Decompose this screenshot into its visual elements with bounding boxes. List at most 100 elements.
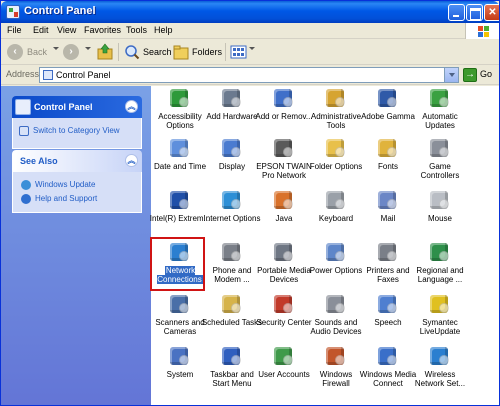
wireless-network-icon	[427, 344, 451, 368]
control-panel-item[interactable]: Symantec LiveUpdate	[413, 292, 467, 344]
control-panel-item[interactable]: Automatic Updates	[413, 86, 467, 138]
windows-media-connect-icon	[375, 344, 399, 368]
collapse-chevron-icon[interactable]: ︽	[125, 154, 138, 167]
control-panel-item[interactable]: Game Controllers	[413, 136, 467, 188]
control-panel-item[interactable]: Fonts	[361, 136, 415, 188]
control-panel-item-label: Game Controllers	[420, 162, 460, 180]
control-panel-item-label: Mouse	[427, 214, 452, 223]
control-panel-section: Control Panel ︽ Switch to Category View	[12, 96, 142, 149]
regional-language-icon	[427, 240, 451, 264]
menu-edit[interactable]: Edit	[33, 25, 49, 35]
menu-file[interactable]: File	[7, 25, 22, 35]
collapse-chevron-icon[interactable]: ︽	[125, 100, 138, 113]
control-panel-item[interactable]: Intel(R) Extrem...	[150, 188, 210, 240]
folders-icon	[173, 45, 189, 60]
control-panel-item[interactable]: Folder Options	[309, 136, 363, 188]
control-panel-item-label: Wireless Network Set...	[414, 370, 466, 388]
control-panel-item[interactable]: Scheduled Tasks	[202, 292, 262, 344]
control-panel-item[interactable]: Portable Media Devices	[257, 240, 311, 292]
control-panel-item[interactable]: System	[153, 344, 207, 396]
control-panel-item[interactable]: Internet Options	[204, 188, 260, 240]
menu-help[interactable]: Help	[154, 25, 173, 35]
views-dropdown-icon[interactable]	[249, 47, 255, 50]
control-panel-item[interactable]: Power Options	[309, 240, 363, 292]
control-panel-item[interactable]: Security Center	[256, 292, 312, 344]
views-button[interactable]	[230, 42, 254, 62]
epson-twain-icon	[271, 136, 295, 160]
forward-button[interactable]: ›	[63, 42, 83, 62]
control-panel-item[interactable]: Mouse	[413, 188, 467, 240]
sounds-audio-icon	[323, 292, 347, 316]
phone-modem-icon	[219, 240, 243, 264]
control-panel-item[interactable]: Adobe Gamma	[361, 86, 415, 138]
search-icon	[125, 45, 140, 60]
back-dropdown-icon[interactable]	[53, 47, 59, 50]
fonts-icon	[375, 136, 399, 160]
close-button[interactable]: ✕	[484, 4, 499, 21]
forward-arrow-icon: ›	[63, 44, 79, 60]
control-panel-item[interactable]: Administrative Tools	[309, 86, 363, 138]
taskbar-start-icon	[219, 344, 243, 368]
speech-icon	[375, 292, 399, 316]
folder-options-icon	[323, 136, 347, 160]
task-pane: Control Panel ︽ Switch to Category View …	[1, 86, 151, 405]
mail-icon	[375, 188, 399, 212]
search-button[interactable]: Search	[124, 42, 172, 62]
control-panel-item[interactable]: Date and Time	[153, 136, 207, 188]
title-bar[interactable]: Control Panel ✕	[1, 1, 499, 23]
up-folder-button[interactable]	[97, 42, 113, 62]
windows-firewall-icon	[323, 344, 347, 368]
internet-options-icon	[219, 188, 243, 212]
views-icon	[230, 45, 247, 59]
control-panel-section-header[interactable]: Control Panel ︽	[12, 96, 142, 118]
control-panel-item[interactable]: Taskbar and Start Menu	[205, 344, 259, 396]
control-panel-item[interactable]: Windows Firewall	[309, 344, 363, 396]
control-panel-item[interactable]: Sounds and Audio Devices	[309, 292, 363, 344]
control-panel-item[interactable]: Scanners and Cameras	[153, 292, 207, 344]
maximize-button[interactable]	[466, 4, 483, 21]
control-panel-item-label: Automatic Updates	[422, 112, 458, 130]
control-panel-item[interactable]: Regional and Language ...	[413, 240, 467, 292]
control-panel-item[interactable]: Printers and Faxes	[361, 240, 415, 292]
control-panel-item-label: Regional and Language ...	[416, 266, 464, 284]
go-arrow-icon[interactable]: →	[463, 68, 477, 82]
windows-logo-icon	[465, 23, 499, 39]
control-panel-window: Control Panel ✕ File Edit View Favorites…	[0, 0, 500, 406]
toolbar: ‹ Back › Search Folders	[1, 39, 499, 65]
intel-graphics-icon	[167, 188, 191, 212]
windows-update-link[interactable]: Windows Update	[19, 178, 137, 192]
control-panel-item[interactable]: Add or Remov...	[255, 86, 313, 138]
control-panel-item[interactable]: Java	[257, 188, 311, 240]
control-panel-item[interactable]: Mail	[361, 188, 415, 240]
address-dropdown-button[interactable]	[444, 68, 458, 82]
menu-favorites[interactable]: Favorites	[84, 25, 121, 35]
address-input[interactable]: Control Panel	[39, 67, 459, 83]
switch-category-view-link[interactable]: Switch to Category View	[17, 124, 137, 138]
back-arrow-icon: ‹	[7, 44, 23, 60]
control-panel-item[interactable]: EPSON TWAIN Pro Network	[256, 136, 312, 188]
forward-dropdown-icon[interactable]	[85, 47, 91, 50]
control-panel-item[interactable]: Wireless Network Set...	[413, 344, 467, 396]
go-button[interactable]: Go	[480, 69, 492, 79]
control-panel-item[interactable]: Accessibility Options	[153, 86, 207, 138]
display-icon	[219, 136, 243, 160]
control-panel-item[interactable]: Keyboard	[309, 188, 363, 240]
menu-view[interactable]: View	[57, 25, 76, 35]
menu-tools[interactable]: Tools	[126, 25, 147, 35]
control-panel-item[interactable]: Windows Media Connect	[360, 344, 416, 396]
back-button[interactable]: ‹ Back	[7, 42, 55, 62]
control-panel-item[interactable]: Display	[205, 136, 259, 188]
minimize-button[interactable]	[448, 4, 465, 21]
window-title: Control Panel	[24, 5, 96, 17]
symantec-liveupdate-icon	[427, 292, 451, 316]
accessibility-icon	[167, 86, 191, 110]
control-panel-item[interactable]: User Accounts	[257, 344, 311, 396]
see-also-section-header[interactable]: See Also ︽	[12, 150, 142, 172]
control-panel-item[interactable]: Phone and Modem ...	[205, 240, 259, 292]
help-support-link[interactable]: Help and Support	[19, 192, 137, 206]
control-panel-item[interactable]: Add Hardware	[205, 86, 259, 138]
control-panel-item[interactable]: Speech	[361, 292, 415, 344]
folders-button[interactable]: Folders	[173, 42, 222, 62]
control-panel-icon	[15, 99, 31, 115]
windows-update-icon	[21, 180, 31, 190]
